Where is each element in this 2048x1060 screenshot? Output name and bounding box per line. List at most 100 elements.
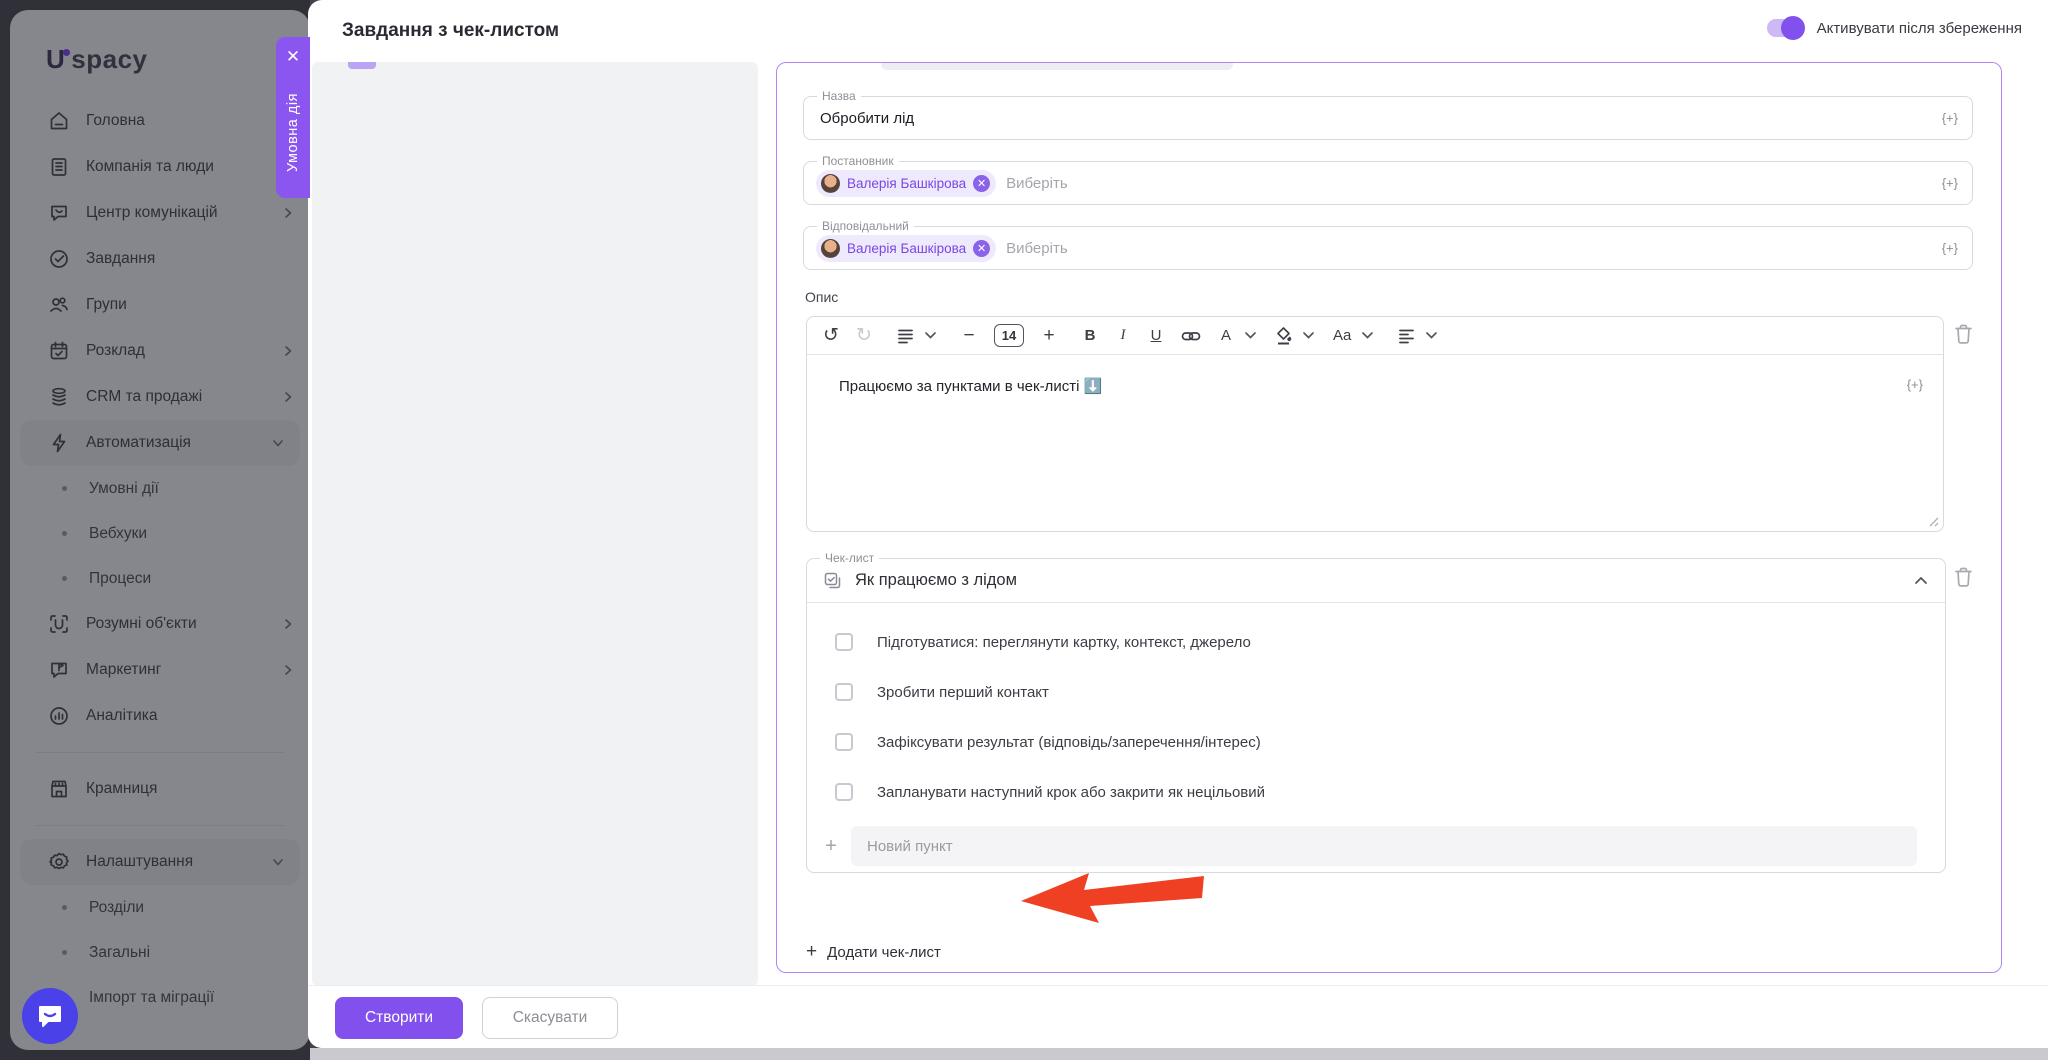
align-button[interactable]	[1398, 323, 1415, 349]
italic-button[interactable]: I	[1115, 323, 1131, 349]
assigner-field[interactable]: Постановник Валерія Башкірова ✕ Виберіть…	[803, 161, 1973, 205]
add-checklist-button[interactable]: + Додати чек-лист	[806, 941, 941, 963]
name-field[interactable]: Назва {+}	[803, 96, 1973, 140]
increase-font-button[interactable]: +	[1041, 323, 1057, 349]
assigner-chip: Валерія Башкірова ✕	[816, 170, 996, 197]
highlight-button[interactable]	[1275, 323, 1292, 349]
text-color-button[interactable]: A	[1218, 323, 1234, 349]
checklist-item: Запланувати наступний крок або закрити я…	[807, 767, 1945, 817]
checkbox[interactable]	[835, 683, 853, 701]
underline-button[interactable]: U	[1148, 323, 1164, 349]
responsible-field[interactable]: Відповідальний Валерія Башкірова ✕ Вибер…	[803, 226, 1973, 270]
checkbox[interactable]	[835, 733, 853, 751]
link-icon	[1181, 329, 1201, 343]
chat-bubble-icon	[35, 1001, 65, 1031]
activate-toggle[interactable]	[1767, 19, 1803, 37]
create-button[interactable]: Створити	[335, 997, 463, 1039]
add-item-icon[interactable]: +	[821, 835, 841, 858]
checklist-item: Підготуватися: переглянути картку, конте…	[807, 617, 1945, 667]
condition-action-drawer: Завдання з чек-листом Активувати після з…	[308, 0, 2048, 1048]
chevron-down-icon	[1303, 332, 1314, 339]
canvas-node-fragment	[348, 62, 376, 69]
cancel-button[interactable]: Скасувати	[482, 997, 618, 1039]
checkbox[interactable]	[835, 783, 853, 801]
resize-handle[interactable]	[1929, 517, 1939, 527]
checklist-item-label[interactable]: Підготуватися: переглянути картку, конте…	[877, 634, 1251, 651]
highlight-icon	[1275, 326, 1292, 345]
checklist-copy-icon	[823, 571, 843, 591]
bold-button[interactable]: B	[1082, 323, 1098, 349]
insert-variable-button[interactable]: {+}	[1907, 377, 1923, 392]
line-spacing-icon	[897, 328, 914, 344]
checklist-item-label[interactable]: Зафіксувати результат (відповідь/запереч…	[877, 734, 1261, 751]
trash-icon	[1953, 566, 1974, 588]
new-checklist-item-row: +	[821, 826, 1917, 866]
decrease-font-button[interactable]: −	[961, 323, 977, 349]
chevron-down-icon	[1426, 332, 1437, 339]
drawer-title: Завдання з чек-листом	[342, 20, 559, 42]
insert-variable-button[interactable]: {+}	[1942, 111, 1958, 126]
remove-chip-icon[interactable]: ✕	[973, 175, 990, 192]
checklist-items: Підготуватися: переглянути картку, конте…	[807, 603, 1945, 817]
automation-canvas	[312, 62, 758, 986]
insert-variable-button[interactable]: {+}	[1942, 241, 1958, 256]
add-checklist-label: Додати чек-лист	[827, 944, 941, 961]
responsible-chip: Валерія Башкірова ✕	[816, 235, 996, 262]
line-spacing-button[interactable]	[897, 323, 914, 349]
avatar	[821, 174, 840, 193]
description-editor[interactable]: ↺ ↻ − 14 + B I U A	[806, 316, 1944, 532]
collapse-checklist-button[interactable]	[1913, 573, 1929, 589]
link-button[interactable]	[1181, 323, 1201, 349]
responsible-placeholder[interactable]: Виберіть	[1006, 240, 1068, 257]
activate-toggle-label: Активувати після збереження	[1817, 20, 2022, 37]
letter-case-button[interactable]: Aa	[1333, 323, 1351, 349]
task-form-panel: Назва {+} Постановник Валерія Башкірова …	[776, 62, 2002, 973]
checklist-title[interactable]: Як працюємо з лідом	[855, 571, 1901, 590]
drawer-footer: Створити Скасувати	[308, 985, 2048, 1048]
description-text: Працюємо за пунктами в чек-листі ⬇️	[839, 377, 1102, 395]
trash-icon	[1953, 323, 1974, 345]
checklist-item: Зафіксувати результат (відповідь/запереч…	[807, 717, 1945, 767]
checklist-item: Зробити перший контакт	[807, 667, 1945, 717]
delete-checklist-button[interactable]	[1953, 566, 1974, 588]
letter-case-chevron[interactable]	[1359, 323, 1375, 349]
checklist-block: Чек-лист Як працюємо з лідом Підготувати…	[806, 558, 1946, 873]
name-input[interactable]	[820, 97, 1720, 139]
chevron-down-icon	[1245, 332, 1256, 339]
plus-icon: +	[806, 941, 817, 963]
chevron-down-icon	[925, 332, 936, 339]
insert-variable-button[interactable]: {+}	[1942, 176, 1958, 191]
activate-toggle-group: Активувати після збереження	[1767, 19, 2022, 37]
condition-action-tab[interactable]: ✕ Умовна дія	[276, 37, 310, 198]
remove-chip-icon[interactable]: ✕	[973, 240, 990, 257]
line-spacing-chevron[interactable]	[922, 323, 938, 349]
close-icon[interactable]: ✕	[276, 47, 310, 67]
assigner-placeholder[interactable]: Виберіть	[1006, 175, 1068, 192]
scrolled-content-fragment	[881, 63, 1233, 70]
checklist-item-label[interactable]: Запланувати наступний крок або закрити я…	[877, 784, 1265, 801]
undo-button[interactable]: ↺	[823, 323, 839, 349]
checklist-field-label: Чек-лист	[820, 551, 879, 565]
font-size-value[interactable]: 14	[994, 324, 1024, 347]
responsible-chip-name: Валерія Башкірова	[847, 241, 966, 256]
support-chat-button[interactable]	[22, 988, 78, 1044]
align-left-icon	[1398, 328, 1415, 344]
checklist-header[interactable]: Як працюємо з лідом	[807, 559, 1945, 603]
highlight-chevron[interactable]	[1300, 323, 1316, 349]
delete-description-button[interactable]	[1953, 323, 1974, 345]
avatar	[821, 239, 840, 258]
editor-body[interactable]: Працюємо за пунктами в чек-листі ⬇️ {+}	[807, 355, 1943, 531]
checkbox[interactable]	[835, 633, 853, 651]
assigner-chip-name: Валерія Башкірова	[847, 176, 966, 191]
text-color-chevron[interactable]	[1242, 323, 1258, 349]
checklist-item-label[interactable]: Зробити перший контакт	[877, 684, 1049, 701]
chevron-down-icon	[1362, 332, 1373, 339]
page-background-strip	[310, 1048, 2048, 1060]
annotation-arrow	[1015, 869, 1207, 925]
description-label: Опис	[805, 289, 838, 305]
redo-button[interactable]: ↻	[856, 323, 872, 349]
align-chevron[interactable]	[1423, 323, 1439, 349]
condition-action-tab-label: Умовна дія	[276, 75, 310, 191]
modal-backdrop[interactable]	[0, 0, 310, 1060]
new-item-input[interactable]	[851, 826, 1917, 866]
